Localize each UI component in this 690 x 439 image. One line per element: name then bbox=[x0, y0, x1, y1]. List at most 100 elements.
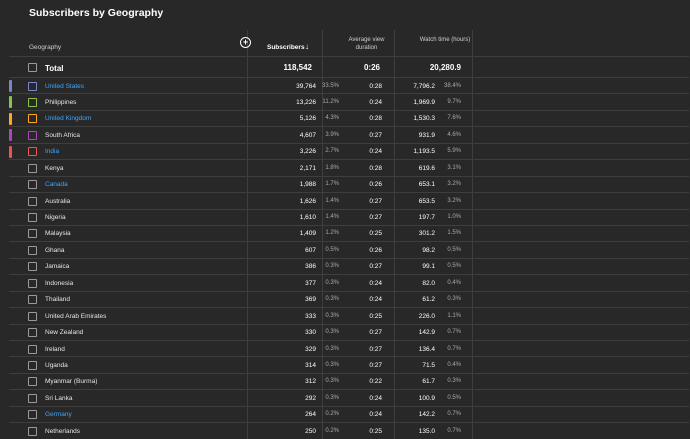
subscribers-column-header[interactable]: Subscribers bbox=[267, 44, 305, 51]
country-name[interactable]: United States bbox=[45, 83, 84, 90]
watch-time-value: 135.0 bbox=[418, 427, 435, 435]
row-checkbox[interactable] bbox=[28, 229, 37, 239]
row-checkbox[interactable] bbox=[28, 360, 37, 370]
subscribers-percent: 0.3% bbox=[325, 329, 339, 336]
row-checkbox[interactable] bbox=[28, 295, 37, 305]
table-row[interactable]: Ireland 329 0.3% 0:27 136.4 0.7% bbox=[9, 341, 689, 358]
table-row[interactable]: Uganda 314 0.3% 0:27 71.5 0.4% bbox=[9, 357, 689, 374]
row-checkbox[interactable] bbox=[28, 196, 37, 206]
table-row[interactable]: Netherlands 250 0.2% 0:25 135.0 0.7% bbox=[9, 423, 689, 439]
country-name[interactable]: Canada bbox=[45, 181, 68, 188]
sort-down-arrow-icon[interactable]: ↓ bbox=[305, 42, 309, 51]
avg-view-duration-value: 0:25 bbox=[369, 312, 382, 320]
watch-time-percent: 0.7% bbox=[447, 329, 461, 336]
subscribers-value: 2,171 bbox=[299, 164, 316, 172]
country-name[interactable]: United Kingdom bbox=[45, 115, 91, 122]
subscribers-percent: 3.9% bbox=[325, 131, 339, 138]
total-avg-view-duration: 0:26 bbox=[363, 63, 380, 72]
country-name: Philippines bbox=[45, 98, 77, 106]
avg-view-duration-value: 0:26 bbox=[369, 246, 382, 254]
table-row[interactable]: Kenya 2,171 1.8% 0:28 619.6 3.1% bbox=[9, 160, 689, 177]
avg-view-duration-value: 0:24 bbox=[369, 98, 382, 106]
row-checkbox[interactable] bbox=[28, 97, 37, 107]
watch-time-value: 301.2 bbox=[418, 230, 435, 238]
row-checkbox[interactable] bbox=[28, 377, 37, 387]
table-row[interactable]: Sri Lanka 292 0.3% 0:24 100.9 0.5% bbox=[9, 390, 689, 407]
country-name: Myanmar (Burma) bbox=[45, 378, 98, 386]
watch-time-value: 1,530.3 bbox=[413, 115, 435, 123]
subscribers-value: 1,626 bbox=[299, 197, 316, 205]
geography-column-header[interactable]: Geography bbox=[29, 44, 61, 51]
avg-view-duration-column-header[interactable]: Average view duration bbox=[339, 36, 394, 52]
table-row[interactable]: South Africa 4,607 3.9% 0:27 931.9 4.6% bbox=[9, 127, 689, 144]
watch-time-percent: 4.6% bbox=[447, 131, 461, 138]
watch-time-percent: 9.7% bbox=[447, 98, 461, 105]
row-checkbox[interactable] bbox=[28, 180, 37, 190]
watch-time-percent: 7.6% bbox=[447, 115, 461, 122]
subscribers-value: 1,610 bbox=[299, 214, 316, 221]
table-row[interactable]: India 3,226 2.7% 0:24 1,193.5 5.9% bbox=[9, 144, 689, 161]
table-row[interactable]: United Kingdom 5,126 4.3% 0:28 1,530.3 7.6% bbox=[9, 111, 689, 128]
table-row[interactable]: Jamaica 386 0.3% 0:27 99.1 0.5% bbox=[9, 259, 689, 276]
row-checkbox[interactable] bbox=[28, 163, 37, 173]
watch-time-value: 1,969.9 bbox=[413, 98, 435, 106]
table-row[interactable]: Germany 264 0.2% 0:24 142.2 0.7% bbox=[9, 407, 689, 424]
watch-time-value: 653.5 bbox=[418, 197, 435, 205]
row-checkbox[interactable] bbox=[28, 147, 37, 157]
table-row[interactable]: Canada 1,988 1.7% 0:26 653.1 3.2% bbox=[9, 177, 689, 194]
avg-view-duration-value: 0:27 bbox=[369, 263, 382, 271]
row-checkbox[interactable] bbox=[28, 426, 37, 436]
series-color-marker bbox=[9, 112, 12, 125]
country-name[interactable]: Germany bbox=[45, 411, 72, 418]
avg-view-duration-value: 0:27 bbox=[369, 131, 382, 139]
table-row[interactable]: Philippines 13,226 11.2% 0:24 1,969.9 9.7% bbox=[9, 94, 689, 111]
subscribers-value: 386 bbox=[305, 263, 316, 271]
table-row[interactable]: Ghana 607 0.5% 0:26 98.2 0.5% bbox=[9, 242, 689, 259]
row-checkbox[interactable] bbox=[28, 245, 37, 255]
table-row[interactable]: United Arab Emirates 333 0.3% 0:25 226.0 1.1% bbox=[9, 308, 689, 325]
watch-time-percent: 5.9% bbox=[447, 148, 461, 155]
watch-time-column-header[interactable]: Watch time (hours) bbox=[413, 36, 477, 44]
country-name: Uganda bbox=[45, 361, 68, 369]
table-row[interactable]: Myanmar (Burma) 312 0.3% 0:22 61.7 0.3% bbox=[9, 374, 689, 391]
avg-view-duration-value: 0:26 bbox=[369, 181, 382, 189]
table-row[interactable]: Malaysia 1,409 1.2% 0:25 301.2 1.5% bbox=[9, 226, 689, 243]
row-checkbox[interactable] bbox=[28, 344, 37, 354]
row-checkbox[interactable] bbox=[28, 311, 37, 321]
watch-time-percent: 3.1% bbox=[447, 164, 461, 171]
subscribers-percent: 0.3% bbox=[325, 394, 339, 401]
avg-view-duration-value: 0:24 bbox=[369, 394, 382, 402]
table-row[interactable]: New Zealand 330 0.3% 0:27 142.9 0.7% bbox=[9, 325, 689, 341]
watch-time-percent: 0.3% bbox=[447, 296, 461, 303]
row-checkbox[interactable] bbox=[28, 410, 37, 420]
avg-view-duration-value: 0:25 bbox=[369, 427, 382, 435]
table-row[interactable]: Nigeria 1,610 1.4% 0:27 197.7 1.0% bbox=[9, 210, 689, 226]
table-row[interactable]: Thailand 369 0.3% 0:24 61.2 0.3% bbox=[9, 292, 689, 309]
country-name: Netherlands bbox=[45, 427, 81, 435]
table-row[interactable]: Australia 1,626 1.4% 0:27 653.5 3.2% bbox=[9, 193, 689, 210]
subscribers-percent: 0.3% bbox=[325, 279, 339, 286]
avg-view-duration-value: 0:27 bbox=[369, 361, 382, 369]
row-checkbox[interactable] bbox=[28, 81, 37, 91]
watch-time-value: 61.2 bbox=[422, 296, 435, 304]
watch-time-value: 226.0 bbox=[418, 312, 435, 320]
total-checkbox[interactable] bbox=[28, 62, 37, 72]
table-row[interactable]: United States 39,764 33.5% 0:28 7,796.2 38.4% bbox=[9, 78, 689, 95]
country-name[interactable]: India bbox=[45, 148, 59, 155]
row-checkbox[interactable] bbox=[28, 262, 37, 272]
total-label: Total bbox=[45, 63, 64, 73]
row-checkbox[interactable] bbox=[28, 278, 37, 288]
add-metric-icon[interactable]: + bbox=[240, 37, 251, 48]
country-name: Jamaica bbox=[45, 263, 70, 271]
row-checkbox[interactable] bbox=[28, 130, 37, 140]
table-row[interactable]: Indonesia 377 0.3% 0:24 82.0 0.4% bbox=[9, 275, 689, 292]
subscribers-percent: 0.3% bbox=[325, 263, 339, 270]
subscribers-percent: 11.2% bbox=[322, 98, 339, 105]
series-color-marker bbox=[9, 80, 12, 92]
row-checkbox[interactable] bbox=[28, 114, 37, 124]
subscribers-value: 250 bbox=[305, 427, 316, 435]
row-checkbox[interactable] bbox=[28, 393, 37, 403]
row-checkbox[interactable] bbox=[28, 328, 37, 338]
row-checkbox[interactable] bbox=[28, 213, 37, 222]
subscribers-value: 314 bbox=[305, 361, 316, 369]
